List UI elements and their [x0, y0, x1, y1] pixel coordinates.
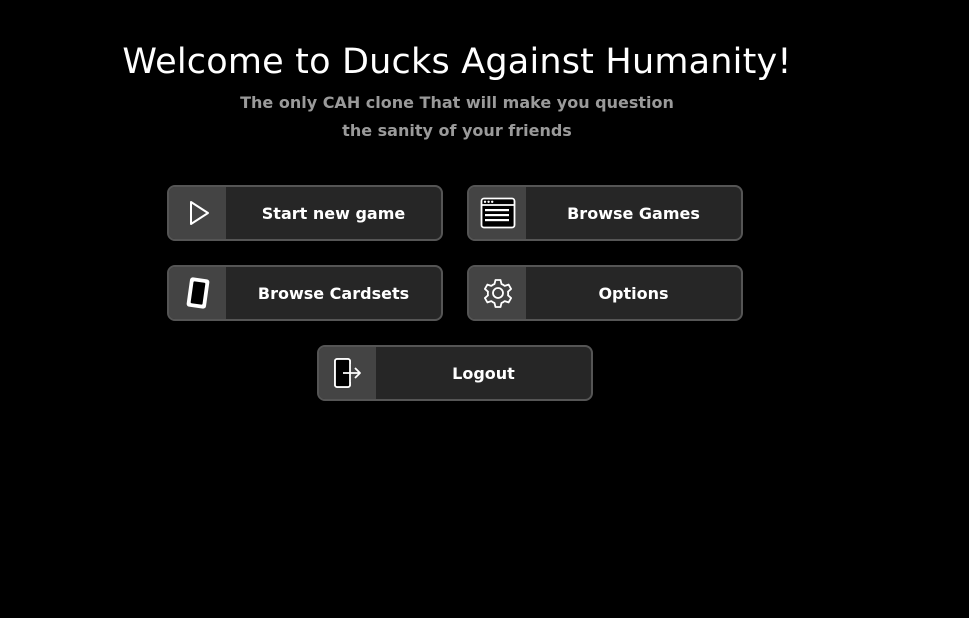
- card-icon: [186, 277, 209, 309]
- logout-icon-box: [319, 347, 376, 399]
- gear-icon: [483, 279, 512, 308]
- browse-cardsets-button[interactable]: Browse Cardsets: [167, 265, 443, 321]
- browse-games-button[interactable]: Browse Games: [467, 185, 743, 241]
- page-title: Welcome to Ducks Against Humanity!: [122, 42, 792, 82]
- page-subtitle: The only CAH clone That will make you qu…: [240, 93, 674, 140]
- logout-button[interactable]: Logout: [317, 345, 593, 401]
- start-new-game-label: Start new game: [261, 203, 406, 223]
- logout-label: Logout: [452, 363, 515, 383]
- start-new-game-icon-box: [169, 187, 226, 239]
- options-button[interactable]: Options: [467, 265, 743, 321]
- play-icon: [189, 201, 209, 225]
- browser-window-icon: [480, 197, 515, 229]
- options-icon-box: [469, 267, 526, 319]
- browse-cardsets-label: Browse Cardsets: [257, 283, 410, 303]
- start-new-game-button[interactable]: Start new game: [167, 185, 443, 241]
- logout-icon: [333, 358, 361, 388]
- browse-games-icon-box: [469, 187, 526, 239]
- options-label: Options: [598, 283, 669, 303]
- browse-games-label: Browse Games: [567, 203, 700, 223]
- main-menu-page: Welcome to Ducks Against Humanity! The o…: [0, 0, 969, 618]
- browse-cardsets-icon-box: [169, 267, 226, 319]
